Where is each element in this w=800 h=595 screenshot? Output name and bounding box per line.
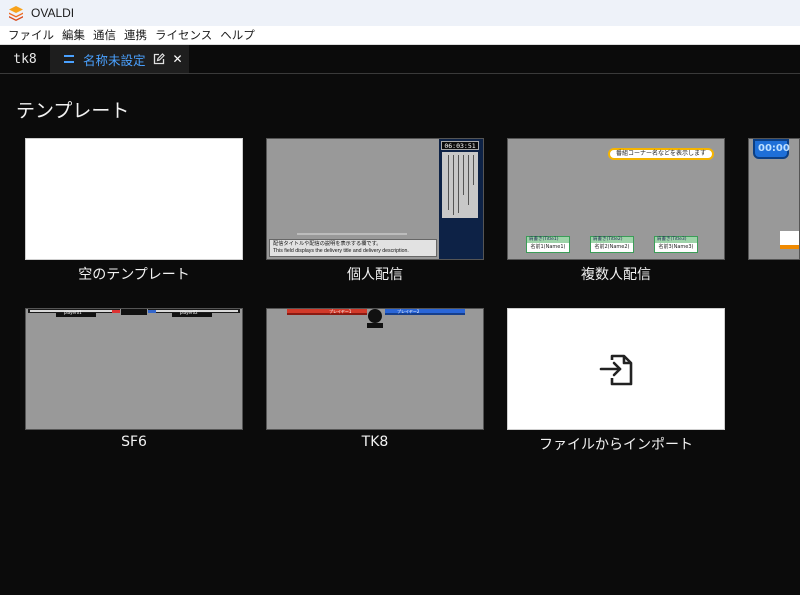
menu-edit[interactable]: 編集: [58, 26, 89, 44]
preview-description-box: 配信タイトルや配信の説明を表示する欄です。 This field display…: [269, 239, 437, 257]
preview-vertical-text: [442, 152, 478, 218]
template-thumbnail[interactable]: [25, 138, 243, 260]
close-icon[interactable]: ✕: [173, 52, 183, 66]
template-name: SF6: [121, 434, 147, 450]
tab-label: 名称未設定: [83, 52, 146, 68]
preview-player2: プレイヤー2: [397, 309, 420, 314]
menu-file[interactable]: ファイル: [4, 26, 58, 44]
ovaldi-logo-icon: [9, 6, 23, 21]
template-thumbnail[interactable]: 番組コーナー名などを表示します 肩書き(Title1) 名前1(Name1) 肩…: [507, 138, 725, 260]
preview-clock: 00:00: [753, 139, 790, 159]
preview-desc-en: This field displays the delivery title a…: [273, 248, 409, 254]
preview-player2: player02: [180, 310, 198, 315]
section-title: テンプレート: [16, 100, 130, 122]
tab-label: tk8: [13, 51, 37, 67]
template-name: TK8: [361, 434, 389, 450]
template-thumbnail[interactable]: プレイヤー1 プレイヤー2: [266, 308, 484, 430]
preview-clock: 06:03:51: [441, 141, 479, 150]
template-name: ファイルからインポート: [539, 437, 693, 453]
preview-name: 名前2(Name2): [594, 244, 630, 250]
menu-integration[interactable]: 連携: [120, 26, 151, 44]
template-name: 空のテンプレート: [78, 267, 190, 283]
preview-health-bars: [287, 309, 465, 328]
template-thumbnail[interactable]: [507, 308, 725, 430]
menu-license[interactable]: ライセンス: [151, 26, 216, 44]
preview-name: 名前3(Name3): [658, 244, 694, 250]
app-title: OVALDI: [31, 6, 75, 20]
preview-divider: [297, 233, 407, 235]
menu-bar: ファイル 編集 通信 連携 ライセンス ヘルプ: [0, 26, 800, 45]
tab-tk8[interactable]: tk8: [0, 45, 50, 73]
template-thumbnail[interactable]: player01 player02: [25, 308, 243, 430]
preview-name-box: 肩書き(Title1) 名前1(Name1): [526, 236, 570, 253]
menu-communication[interactable]: 通信: [89, 26, 120, 44]
preview-health-bars: [28, 309, 240, 317]
edit-icon[interactable]: [153, 53, 165, 65]
preview-bar: [780, 231, 799, 249]
preview-desc-ja: 配信タイトルや配信の説明を表示する欄です。: [273, 241, 382, 247]
file-import-icon: [599, 354, 633, 386]
template-name: 複数人配信: [581, 267, 651, 283]
preview-player1: player01: [64, 310, 82, 315]
tab-bar: tk8 名称未設定 ✕: [0, 45, 800, 74]
template-card-partial[interactable]: 00:00: [748, 138, 800, 260]
preview-name: 名前1(Name1): [530, 244, 566, 250]
template-name: 個人配信: [347, 267, 403, 283]
preview-banner: 番組コーナー名などを表示します: [608, 148, 714, 160]
template-thumbnail[interactable]: 06:03:51 配信タイトルや配信の説明を表示する欄です。 This fiel…: [266, 138, 484, 260]
preview-name-box: 肩書き(Title2) 名前2(Name2): [590, 236, 634, 253]
menu-help[interactable]: ヘルプ: [216, 26, 259, 44]
menu-lines-icon: [64, 55, 74, 63]
tab-untitled[interactable]: 名称未設定 ✕: [50, 45, 189, 73]
preview-player1: プレイヤー1: [329, 309, 352, 314]
preview-name-box: 肩書き(Title3) 名前3(Name3): [654, 236, 698, 253]
title-bar: OVALDI: [0, 0, 800, 26]
